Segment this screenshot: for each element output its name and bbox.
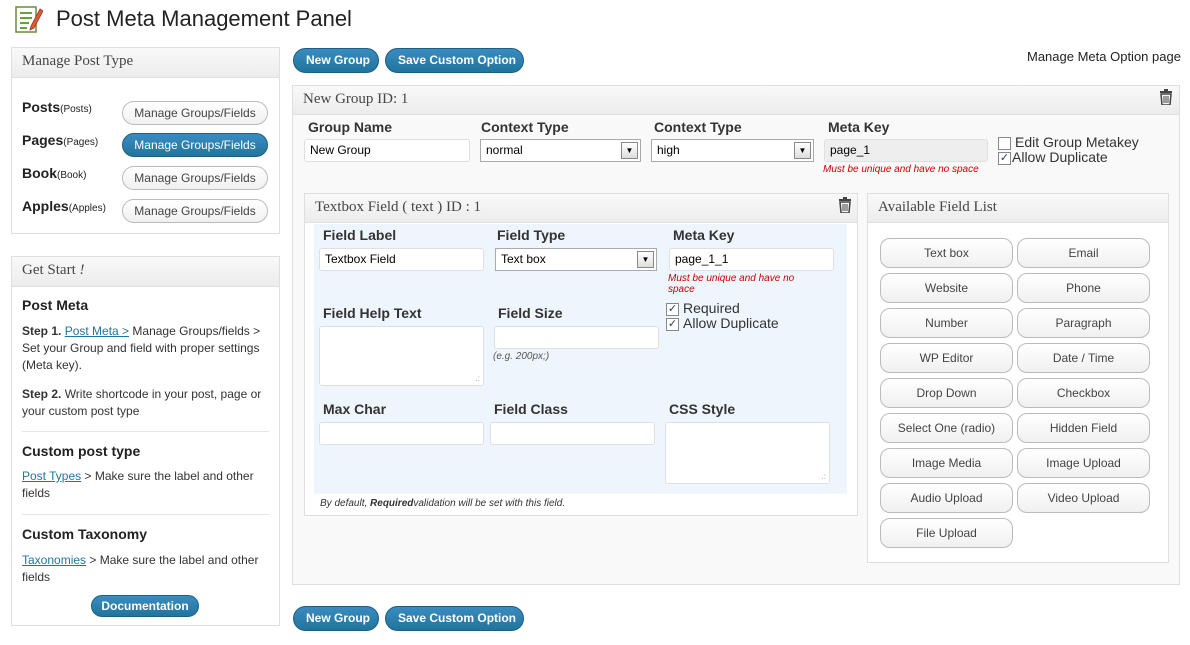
field-meta-key-label: Meta Key [673, 227, 735, 243]
available-field-list-panel: Available Field List Text box Email Websit… [867, 193, 1169, 563]
field-type-video-upload-button[interactable]: Video Upload [1017, 483, 1150, 513]
step-2-text: Step 2. Write shortcode in your post, pa… [22, 387, 262, 418]
manage-groups-pages-button[interactable]: Manage Groups/Fields [122, 133, 268, 157]
field-type-number-button[interactable]: Number [880, 308, 1013, 338]
field-type-text-box-button[interactable]: Text box [880, 238, 1013, 268]
group-name-input[interactable]: New Group [304, 139, 470, 162]
field-type-checkbox-button[interactable]: Checkbox [1017, 378, 1150, 408]
documentation-button[interactable]: Documentation [91, 595, 199, 617]
field-type-label: Field Type [497, 227, 566, 243]
field-type-email-button[interactable]: Email [1017, 238, 1150, 268]
group-allow-duplicate-label: Allow Duplicate [1012, 149, 1108, 165]
field-type-wp-editor-button[interactable]: WP Editor [880, 343, 1013, 373]
textbox-field-title: Textbox Field ( text ) ID : 1 [305, 194, 857, 223]
post-type-pages: Pages(Pages) [22, 132, 99, 148]
css-style-textarea[interactable]: .: [665, 422, 830, 484]
max-char-label: Max Char [323, 401, 387, 417]
field-label-label: Field Label [323, 227, 397, 243]
manage-meta-option-link[interactable]: Manage Meta Option page [1027, 49, 1181, 64]
field-size-hint: (e.g. 200px;) [493, 351, 550, 362]
post-types-link[interactable]: Post Types [22, 469, 81, 483]
field-type-date-time-button[interactable]: Date / Time [1017, 343, 1150, 373]
trash-icon[interactable] [1159, 89, 1173, 109]
field-class-input[interactable] [490, 422, 655, 445]
field-class-label: Field Class [494, 401, 568, 417]
save-custom-option-button-bottom[interactable]: Save Custom Option [385, 606, 524, 631]
taxonomies-link[interactable]: Taxonomies [22, 553, 86, 567]
required-label: Required [683, 300, 740, 316]
divider [22, 431, 269, 432]
field-help-text-label: Field Help Text [323, 305, 422, 321]
field-allow-duplicate-label: Allow Duplicate [683, 315, 779, 331]
dropdown-arrow-icon: ▼ [637, 251, 654, 268]
new-group-button[interactable]: New Group [293, 48, 379, 73]
available-field-list-title: Available Field List [868, 194, 1168, 223]
context-type-2-label: Context Type [654, 119, 742, 135]
group-meta-key-warning: Must be unique and have no space [823, 164, 979, 175]
custom-post-type-text: Post Types > Make sure the label and oth… [22, 469, 254, 500]
get-start-title: Get Start ! [12, 257, 279, 287]
field-settings-area: Field Label Textbox Field Field Type Tex… [314, 224, 847, 494]
post-type-posts: Posts(Posts) [22, 99, 92, 115]
field-type-select[interactable]: Text box ▼ [495, 248, 657, 271]
textbox-field-panel: Textbox Field ( text ) ID : 1 Field Labe… [304, 193, 858, 516]
edit-document-icon [15, 4, 44, 34]
post-meta-heading: Post Meta [22, 297, 89, 313]
custom-post-type-heading: Custom post type [22, 443, 141, 459]
field-size-input[interactable] [494, 326, 659, 349]
context-type-2-select[interactable]: high ▼ [651, 139, 814, 162]
post-type-apples: Apples(Apples) [22, 198, 106, 214]
group-meta-key-label: Meta Key [828, 119, 890, 135]
group-meta-key-input[interactable]: page_1 [824, 139, 988, 162]
max-char-input[interactable] [319, 422, 484, 445]
field-type-website-button[interactable]: Website [880, 273, 1013, 303]
edit-group-metakey-label: Edit Group Metakey [1015, 134, 1139, 150]
manage-groups-apples-button[interactable]: Manage Groups/Fields [122, 199, 268, 223]
dropdown-arrow-icon: ▼ [794, 142, 811, 159]
context-type-label: Context Type [481, 119, 569, 135]
css-style-label: CSS Style [669, 401, 736, 417]
divider [22, 514, 269, 515]
field-size-label: Field Size [498, 305, 563, 321]
manage-post-type-title: Manage Post Type [12, 48, 279, 78]
field-type-file-upload-button[interactable]: File Upload [880, 518, 1013, 548]
field-type-image-media-button[interactable]: Image Media [880, 448, 1013, 478]
required-checkbox[interactable]: ✓ [666, 303, 679, 316]
post-type-book: Book(Book) [22, 165, 87, 181]
field-type-drop-down-button[interactable]: Drop Down [880, 378, 1013, 408]
manage-post-type-panel: Manage Post Type Posts(Posts) Manage Gro… [11, 47, 280, 234]
step-1-text: Step 1. Post Meta > Manage Groups/fields… [22, 324, 261, 372]
manage-groups-book-button[interactable]: Manage Groups/Fields [122, 166, 268, 190]
custom-taxonomy-heading: Custom Taxonomy [22, 526, 147, 542]
group-name-label: Group Name [308, 119, 393, 135]
field-type-select-one-radio-button[interactable]: Select One (radio) [880, 413, 1013, 443]
field-type-phone-button[interactable]: Phone [1017, 273, 1150, 303]
get-start-panel: Get Start ! Post Meta Step 1. Post Meta … [11, 256, 280, 626]
edit-group-metakey-checkbox[interactable] [998, 137, 1011, 150]
page-title: Post Meta Management Panel [56, 6, 352, 31]
dropdown-arrow-icon: ▼ [621, 142, 638, 159]
new-group-button-bottom[interactable]: New Group [293, 606, 379, 631]
custom-taxonomy-text: Taxonomies > Make sure the label and oth… [22, 553, 259, 584]
context-type-select[interactable]: normal ▼ [480, 139, 641, 162]
field-label-input[interactable]: Textbox Field [319, 248, 484, 271]
field-meta-key-warning: Must be unique and have no space [668, 273, 795, 295]
group-title: New Group ID: 1 [293, 86, 1179, 115]
save-custom-option-button[interactable]: Save Custom Option [385, 48, 524, 73]
field-type-hidden-field-button[interactable]: Hidden Field [1017, 413, 1150, 443]
field-allow-duplicate-checkbox[interactable]: ✓ [666, 318, 679, 331]
field-type-paragraph-button[interactable]: Paragraph [1017, 308, 1150, 338]
group-panel: New Group ID: 1 Group Name New Group Con… [292, 85, 1180, 585]
field-help-text-textarea[interactable]: .: [319, 326, 484, 386]
field-type-audio-upload-button[interactable]: Audio Upload [880, 483, 1013, 513]
field-meta-key-input[interactable]: page_1_1 [669, 248, 834, 271]
group-allow-duplicate-checkbox[interactable]: ✓ [998, 152, 1011, 165]
field-footer-note: By default, Requiredvalidation will be s… [320, 498, 566, 509]
manage-groups-posts-button[interactable]: Manage Groups/Fields [122, 101, 268, 125]
field-type-image-upload-button[interactable]: Image Upload [1017, 448, 1150, 478]
post-meta-link[interactable]: Post Meta > [65, 324, 129, 338]
trash-icon[interactable] [838, 197, 852, 217]
